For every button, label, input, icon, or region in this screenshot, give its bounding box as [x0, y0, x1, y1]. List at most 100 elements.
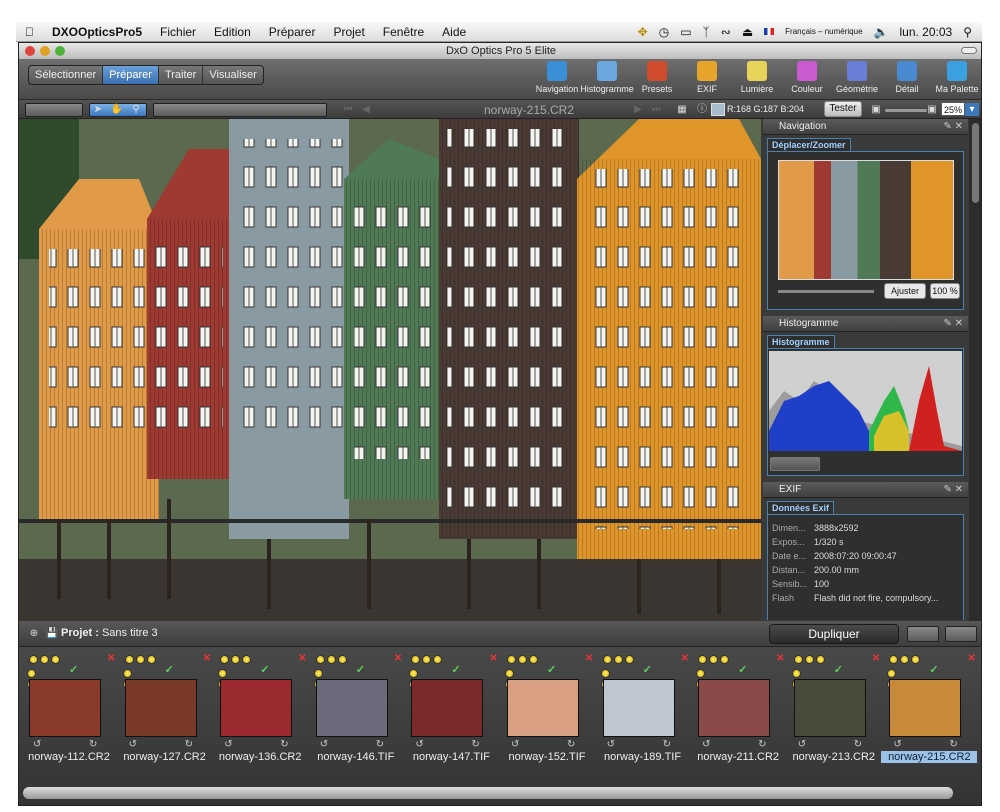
tab-donnees-exif[interactable]: Données Exif: [767, 501, 835, 514]
apple-icon[interactable]: : [16, 25, 43, 39]
rotate-right-icon[interactable]: ↻: [280, 739, 288, 750]
navigator-zoom-slider[interactable]: [778, 290, 874, 293]
navigator-thumbnail[interactable]: [778, 160, 954, 280]
remove-icon[interactable]: ✕: [489, 653, 497, 664]
save-icon[interactable]: 💾: [45, 627, 59, 640]
rotate-left-icon[interactable]: ↺: [798, 739, 806, 750]
close-icon[interactable]: ✎ ✕: [943, 316, 963, 332]
tool-1[interactable]: Histogramme: [580, 61, 634, 94]
remove-icon[interactable]: ✕: [776, 653, 784, 664]
thumbnail-image[interactable]: [793, 679, 866, 737]
thumbnail[interactable]: ✓ ✕ ↺ ↻ norway-211.CR2: [692, 651, 788, 773]
navigation-palette-header[interactable]: Navigation ✎ ✕: [763, 119, 968, 135]
close-icon[interactable]: ✎ ✕: [943, 119, 963, 135]
filmstrip-scrollbar[interactable]: [23, 787, 953, 799]
add-icon[interactable]: ⊕: [27, 627, 41, 640]
remove-icon[interactable]: ✕: [967, 653, 975, 664]
fit-button[interactable]: Ajuster: [884, 283, 926, 299]
mode-traiter[interactable]: Traiter: [159, 66, 204, 84]
remove-icon[interactable]: ✕: [585, 653, 593, 664]
rotate-left-icon[interactable]: ↺: [33, 739, 41, 750]
thumbnail[interactable]: ✓ ✕ ↺ ↻ norway-213.CR2: [788, 651, 884, 773]
rotate-right-icon[interactable]: ↻: [854, 739, 862, 750]
thumbnail[interactable]: ✓ ✕ ↺ ↻ norway-215.CR2: [881, 651, 979, 773]
info-icon[interactable]: ⓘ: [695, 103, 709, 116]
zoom-field[interactable]: 25%: [941, 102, 965, 116]
rotate-left-icon[interactable]: ↺: [224, 739, 232, 750]
remove-icon[interactable]: ✕: [107, 653, 115, 664]
remove-icon[interactable]: ✕: [681, 653, 689, 664]
rotate-right-icon[interactable]: ↻: [758, 739, 766, 750]
rotate-left-icon[interactable]: ↺: [415, 739, 423, 750]
thumbnail-image[interactable]: [124, 679, 197, 737]
remove-icon[interactable]: ✕: [872, 653, 880, 664]
volume-icon[interactable]: 🔈: [874, 25, 889, 39]
thumbnail[interactable]: ✓ ✕ ↺ ↻ norway-112.CR2: [23, 651, 119, 773]
menu-fichier[interactable]: Fichier: [151, 25, 205, 39]
prev-image-icon[interactable]: ◀: [359, 103, 373, 116]
last-image-icon[interactable]: ⏭: [649, 103, 663, 116]
app-menu[interactable]: DXOOpticsPro5: [43, 25, 151, 39]
thumbnail-image[interactable]: [602, 679, 675, 737]
histogram-palette-header[interactable]: Histogramme ✎ ✕: [763, 316, 968, 332]
menu-edition[interactable]: Edition: [205, 25, 260, 39]
thumbnail-image[interactable]: [29, 679, 101, 737]
thumbnail[interactable]: ✓ ✕ ↺ ↻ norway-152.TIF: [501, 651, 597, 773]
script-icon[interactable]: ✥: [638, 25, 648, 39]
rotate-right-icon[interactable]: ↻: [185, 739, 193, 750]
rotate-right-icon[interactable]: ↻: [663, 739, 671, 750]
rotate-right-icon[interactable]: ↻: [89, 739, 97, 750]
eject-icon[interactable]: ⏏: [742, 25, 753, 39]
input-language[interactable]: Français – numérique: [785, 27, 862, 36]
remove-icon[interactable]: ✕: [394, 653, 402, 664]
arrow-icon[interactable]: ➤: [91, 103, 105, 116]
thumbnail-image[interactable]: [889, 679, 962, 737]
zoom-in-icon[interactable]: ▣: [925, 103, 939, 116]
thumb-size-toggle[interactable]: [945, 626, 977, 642]
thumbnail[interactable]: ✓ ✕ ↺ ↻ norway-146.TIF: [310, 651, 406, 773]
duplicate-button[interactable]: Dupliquer: [769, 624, 899, 644]
histogram-options-icon[interactable]: [770, 457, 820, 471]
remove-icon[interactable]: ✕: [298, 653, 306, 664]
palette-scrollbar[interactable]: [969, 119, 981, 621]
thumbnail[interactable]: ✓ ✕ ↺ ↻ norway-127.CR2: [119, 651, 215, 773]
rotate-left-icon[interactable]: ↺: [607, 739, 615, 750]
thumbnail[interactable]: ✓ ✕ ↺ ↻ norway-189.TIF: [597, 651, 693, 773]
thumbnail-image[interactable]: [411, 679, 484, 737]
zoom-slider[interactable]: [885, 109, 927, 112]
next-image-icon[interactable]: ▶: [631, 103, 645, 116]
rotate-right-icon[interactable]: ↻: [471, 739, 479, 750]
zoom-100-button[interactable]: 100 %: [930, 283, 960, 299]
tab-histogramme[interactable]: Histogramme: [767, 335, 835, 348]
tool-8[interactable]: Ma Palette: [935, 61, 979, 94]
thumbnail[interactable]: ✓ ✕ ↺ ↻ norway-147.TIF: [405, 651, 501, 773]
rotate-left-icon[interactable]: ↺: [702, 739, 710, 750]
tool-5[interactable]: Couleur: [785, 61, 829, 94]
toolbar-toggle[interactable]: [961, 47, 977, 54]
tool-2[interactable]: Presets: [635, 61, 679, 94]
rotate-left-icon[interactable]: ↺: [320, 739, 328, 750]
compare-icon[interactable]: ▣: [869, 103, 883, 116]
spotlight-icon[interactable]: ⚲: [963, 25, 972, 39]
mode-visualiser[interactable]: Visualiser: [203, 66, 263, 84]
tool-0[interactable]: Navigation: [535, 61, 579, 94]
tester-button[interactable]: Tester: [824, 101, 862, 117]
tool-3[interactable]: EXIF: [685, 61, 729, 94]
thumbnail-image[interactable]: [506, 679, 579, 737]
tool-6[interactable]: Géométrie: [835, 61, 879, 94]
bluetooth-icon[interactable]: ᛉ: [703, 25, 710, 39]
tool-4[interactable]: Lumière: [735, 61, 779, 94]
correction-tools-group[interactable]: [153, 103, 327, 117]
view-mode-group[interactable]: [25, 103, 83, 117]
thumbnail[interactable]: ✓ ✕ ↺ ↻ norway-136.CR2: [214, 651, 310, 773]
exif-palette-header[interactable]: EXIF ✎ ✕: [763, 482, 968, 498]
image-viewer[interactable]: [19, 119, 761, 621]
menu-fenetre[interactable]: Fenêtre: [374, 25, 433, 39]
wifi-icon[interactable]: ∾: [721, 25, 731, 39]
thumbnail-image[interactable]: [220, 679, 293, 737]
clock[interactable]: lun. 20:03: [899, 25, 952, 39]
rotate-left-icon[interactable]: ↺: [129, 739, 137, 750]
rotate-right-icon[interactable]: ↻: [567, 739, 575, 750]
first-image-icon[interactable]: ⏮: [341, 103, 355, 116]
remove-icon[interactable]: ✕: [203, 653, 211, 664]
